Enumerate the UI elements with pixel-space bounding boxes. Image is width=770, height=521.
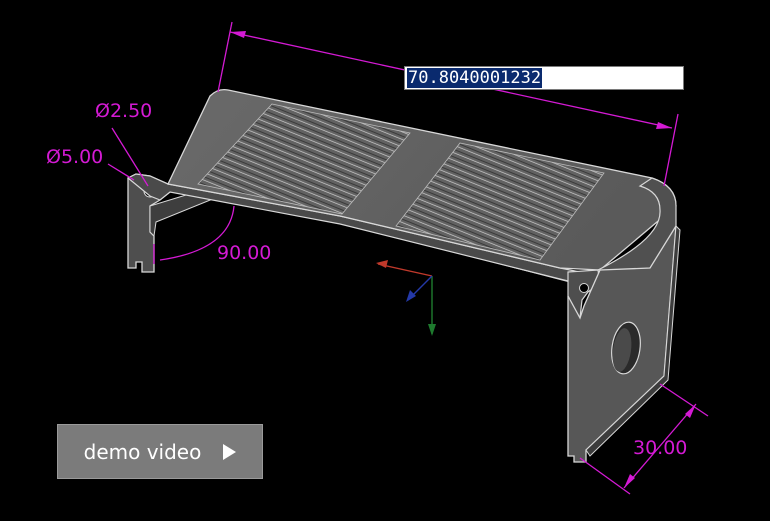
dimension-value-input[interactable]: 70.8040001232 — [404, 66, 684, 90]
demo-video-label: demo video — [83, 439, 202, 464]
diameter-large-label[interactable]: Ø5.00 — [46, 146, 103, 168]
dimension-value-selected-text: 70.8040001232 — [407, 68, 543, 88]
play-icon — [223, 443, 237, 460]
right-clip-hole — [579, 283, 589, 293]
width-label[interactable]: 30.00 — [633, 437, 687, 459]
demo-video-button[interactable]: demo video — [57, 424, 263, 479]
bracket-model[interactable] — [126, 88, 681, 463]
diameter-small-label[interactable]: Ø2.50 — [95, 100, 152, 122]
angle-label[interactable]: 90.00 — [217, 242, 271, 264]
axis-gizmo-icon — [376, 260, 436, 336]
